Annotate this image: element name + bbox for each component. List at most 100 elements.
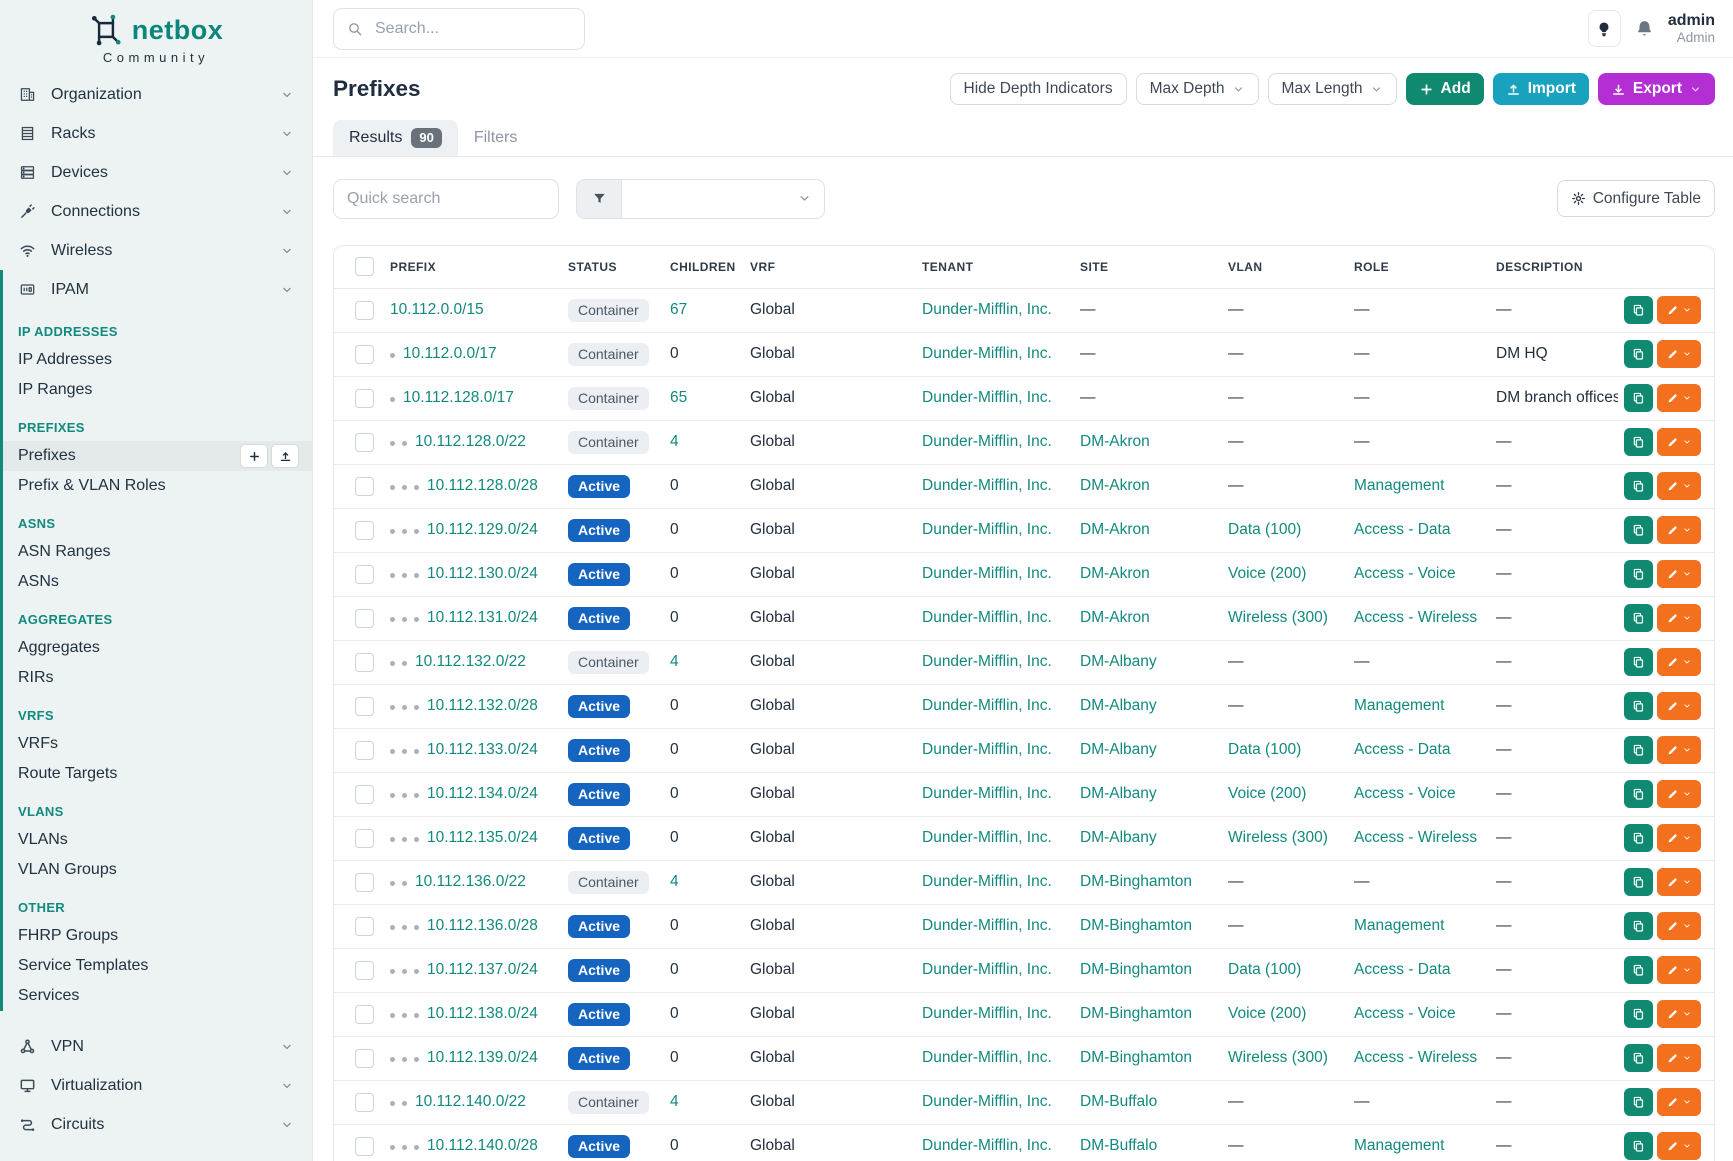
copy-button[interactable] [1624, 1000, 1653, 1028]
row-checkbox[interactable] [355, 1137, 374, 1156]
user-menu[interactable]: admin Admin [1668, 11, 1715, 46]
copy-button[interactable] [1624, 560, 1653, 588]
role-link[interactable]: Access - Wireless [1354, 1049, 1477, 1066]
import-button[interactable]: Import [1493, 73, 1589, 105]
tenant-link[interactable]: Dunder-Mifflin, Inc. [922, 1049, 1052, 1066]
quick-add-button[interactable] [240, 444, 268, 468]
prefix-link[interactable]: 10.112.132.0/22 [415, 653, 526, 670]
row-checkbox[interactable] [355, 1005, 374, 1024]
tenant-link[interactable]: Dunder-Mifflin, Inc. [922, 829, 1052, 846]
role-link[interactable]: Access - Voice [1354, 1005, 1456, 1022]
site-link[interactable]: DM-Akron [1080, 521, 1150, 538]
max-length-dropdown[interactable]: Max Length [1268, 73, 1397, 105]
site-link[interactable]: DM-Buffalo [1080, 1093, 1157, 1110]
brand-logo[interactable]: netbox Community [0, 0, 312, 75]
site-link[interactable]: DM-Albany [1080, 829, 1157, 846]
role-link[interactable]: Management [1354, 697, 1444, 714]
tenant-link[interactable]: Dunder-Mifflin, Inc. [922, 477, 1052, 494]
row-checkbox[interactable] [355, 697, 374, 716]
sidebar-item-prefixes[interactable]: Prefixes [3, 441, 312, 471]
prefix-link[interactable]: 10.112.128.0/22 [415, 433, 526, 450]
tenant-link[interactable]: Dunder-Mifflin, Inc. [922, 653, 1052, 670]
sidebar-item-circuits[interactable]: Circuits [0, 1105, 312, 1144]
row-checkbox[interactable] [355, 301, 374, 320]
column-header-vrf[interactable]: VRF [750, 246, 922, 289]
vlan-link[interactable]: Wireless (300) [1228, 829, 1328, 846]
quick-import-button[interactable] [271, 444, 299, 468]
vlan-link[interactable]: Voice (200) [1228, 785, 1306, 802]
vlan-link[interactable]: Data (100) [1228, 961, 1301, 978]
copy-button[interactable] [1624, 1088, 1653, 1116]
row-checkbox[interactable] [355, 477, 374, 496]
theme-toggle-button[interactable] [1588, 10, 1621, 47]
row-checkbox[interactable] [355, 741, 374, 760]
quick-search-input[interactable] [333, 179, 559, 219]
edit-button[interactable] [1657, 912, 1701, 940]
site-link[interactable]: DM-Binghamton [1080, 873, 1192, 890]
search-input[interactable] [373, 19, 571, 39]
sidebar-item-devices[interactable]: Devices [0, 153, 312, 192]
max-depth-dropdown[interactable]: Max Depth [1136, 73, 1259, 105]
column-header-children[interactable]: CHILDREN [670, 246, 750, 289]
tenant-link[interactable]: Dunder-Mifflin, Inc. [922, 917, 1052, 934]
prefix-link[interactable]: 10.112.137.0/24 [427, 961, 538, 978]
copy-button[interactable] [1624, 648, 1653, 676]
column-header-description[interactable]: DESCRIPTION [1496, 246, 1618, 289]
row-checkbox[interactable] [355, 1049, 374, 1068]
edit-button[interactable] [1657, 296, 1701, 324]
prefix-link[interactable]: 10.112.128.0/28 [427, 477, 538, 494]
tab-results[interactable]: Results 90 [333, 120, 458, 156]
tenant-link[interactable]: Dunder-Mifflin, Inc. [922, 741, 1052, 758]
copy-button[interactable] [1624, 692, 1653, 720]
tenant-link[interactable]: Dunder-Mifflin, Inc. [922, 1093, 1052, 1110]
prefix-link[interactable]: 10.112.135.0/24 [427, 829, 538, 846]
children-link[interactable]: 67 [670, 301, 687, 318]
configure-table-button[interactable]: Configure Table [1557, 180, 1715, 217]
prefix-link[interactable]: 10.112.138.0/24 [427, 1005, 538, 1022]
tenant-link[interactable]: Dunder-Mifflin, Inc. [922, 565, 1052, 582]
row-checkbox[interactable] [355, 345, 374, 364]
edit-button[interactable] [1657, 516, 1701, 544]
global-search[interactable] [333, 8, 585, 50]
copy-button[interactable] [1624, 912, 1653, 940]
copy-button[interactable] [1624, 340, 1653, 368]
tenant-link[interactable]: Dunder-Mifflin, Inc. [922, 609, 1052, 626]
select-all-checkbox[interactable] [355, 257, 374, 276]
saved-filter-select[interactable] [622, 180, 824, 218]
column-header-role[interactable]: ROLE [1354, 246, 1496, 289]
prefix-link[interactable]: 10.112.129.0/24 [427, 521, 538, 538]
column-header-prefix[interactable]: PREFIX [390, 246, 568, 289]
row-checkbox[interactable] [355, 521, 374, 540]
copy-button[interactable] [1624, 296, 1653, 324]
add-button[interactable]: Add [1406, 73, 1484, 105]
row-checkbox[interactable] [355, 389, 374, 408]
vlan-link[interactable]: Voice (200) [1228, 565, 1306, 582]
sidebar-item-prefix-vlan-roles[interactable]: Prefix & VLAN Roles [3, 471, 312, 501]
site-link[interactable]: DM-Akron [1080, 477, 1150, 494]
edit-button[interactable] [1657, 648, 1701, 676]
role-link[interactable]: Access - Voice [1354, 785, 1456, 802]
column-header-vlan[interactable]: VLAN [1228, 246, 1354, 289]
tenant-link[interactable]: Dunder-Mifflin, Inc. [922, 1005, 1052, 1022]
tenant-link[interactable]: Dunder-Mifflin, Inc. [922, 961, 1052, 978]
copy-button[interactable] [1624, 604, 1653, 632]
site-link[interactable]: DM-Akron [1080, 433, 1150, 450]
sidebar-item-services[interactable]: Services [3, 981, 312, 1011]
edit-button[interactable] [1657, 384, 1701, 412]
children-link[interactable]: 4 [670, 433, 679, 450]
row-checkbox[interactable] [355, 1093, 374, 1112]
copy-button[interactable] [1624, 384, 1653, 412]
row-checkbox[interactable] [355, 433, 374, 452]
copy-button[interactable] [1624, 472, 1653, 500]
edit-button[interactable] [1657, 1132, 1701, 1160]
copy-button[interactable] [1624, 428, 1653, 456]
role-link[interactable]: Access - Data [1354, 741, 1450, 758]
tenant-link[interactable]: Dunder-Mifflin, Inc. [922, 521, 1052, 538]
edit-button[interactable] [1657, 868, 1701, 896]
sidebar-item-vlan-groups[interactable]: VLAN Groups [3, 855, 312, 885]
site-link[interactable]: DM-Albany [1080, 785, 1157, 802]
children-link[interactable]: 4 [670, 653, 679, 670]
sidebar-item-connections[interactable]: Connections [0, 192, 312, 231]
prefix-link[interactable]: 10.112.139.0/24 [427, 1049, 538, 1066]
prefix-link[interactable]: 10.112.130.0/24 [427, 565, 538, 582]
